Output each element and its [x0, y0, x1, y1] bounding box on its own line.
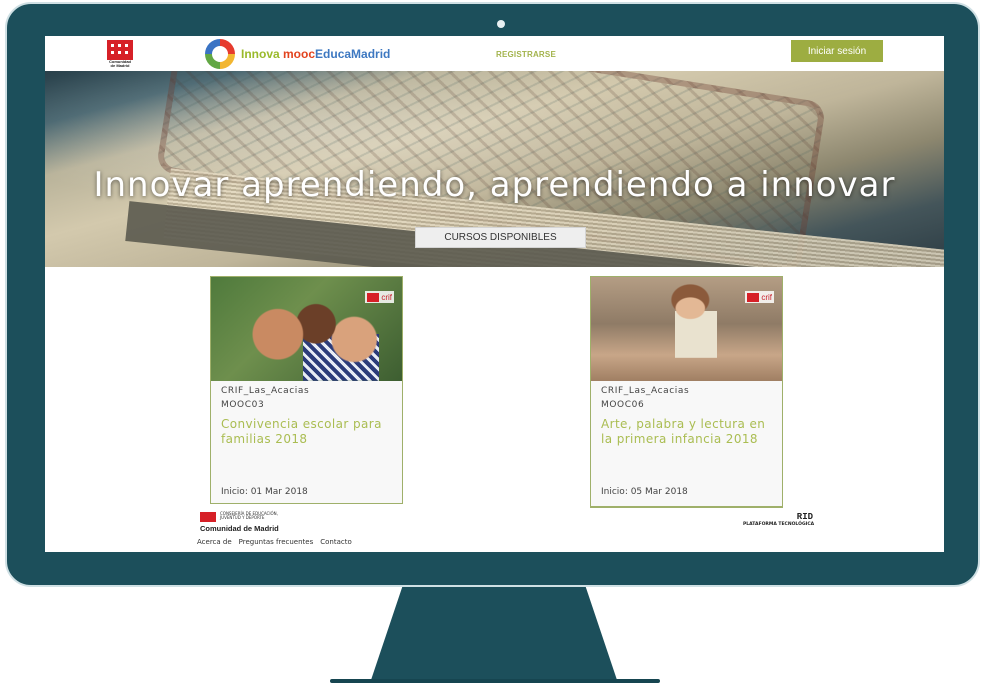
brand-name-innova: Innova	[241, 47, 284, 61]
available-courses-button[interactable]: CURSOS DISPONIBLES	[415, 227, 586, 248]
hero-banner: Innovar aprendiendo, aprendiendo a innov…	[45, 71, 944, 267]
brand-name-mooc: mooc	[283, 47, 316, 61]
course-title[interactable]: Arte, palabra y lectura en la primera in…	[601, 417, 776, 447]
gov-logo-text: Comunidad de Madrid	[109, 59, 131, 68]
camera-dot	[497, 20, 505, 28]
footer-gov-logo[interactable]: CONSEJERÍA DE EDUCACIÓN, JUVENTUD Y DEPO…	[200, 512, 290, 522]
course-code: MOOC06	[601, 400, 645, 410]
brand-logo[interactable]: Innova moocEducaMadrid	[205, 38, 390, 70]
crif-badge-text: crif	[761, 292, 772, 302]
footer-link-faq[interactable]: Preguntas frecuentes	[239, 538, 314, 546]
course-card[interactable]: crif CRIF_Las_Acacias MOOC06 Arte, palab…	[590, 276, 783, 508]
course-image-child-reading[interactable]: crif	[591, 277, 782, 381]
register-link[interactable]: REGISTRARSE	[496, 50, 556, 59]
madrid-flag-icon	[747, 292, 760, 302]
course-title[interactable]: Convivencia escolar para familias 2018	[221, 417, 396, 447]
course-start-date: Inicio: 05 Mar 2018	[601, 487, 688, 497]
rid-logo[interactable]: RID PLATAFORMA TECNOLÓGICA	[743, 512, 815, 527]
footer-link-about[interactable]: Acerca de	[197, 538, 232, 546]
footer-cm-name: Comunidad de Madrid	[200, 524, 279, 533]
comunidad-madrid-logo[interactable]: Comunidad de Madrid	[107, 40, 133, 68]
brand-name: Innova moocEducaMadrid	[241, 47, 390, 61]
course-code: MOOC03	[221, 400, 265, 410]
madrid-flag-icon	[107, 40, 133, 60]
screen: Comunidad de Madrid Innova moocEducaMadr…	[45, 36, 944, 552]
course-organization: CRIF_Las_Acacias	[601, 386, 690, 396]
monitor-stand	[370, 587, 618, 683]
course-start-date: Inicio: 01 Mar 2018	[221, 487, 308, 497]
footer-links: Acerca de Preguntas frecuentes Contacto	[197, 538, 352, 546]
site-footer: CONSEJERÍA DE EDUCACIÓN, JUVENTUD Y DEPO…	[45, 508, 944, 552]
crif-badge-text: crif	[381, 292, 392, 302]
site-header: Comunidad de Madrid Innova moocEducaMadr…	[45, 36, 944, 71]
footer-link-contact[interactable]: Contacto	[320, 538, 352, 546]
course-card[interactable]: crif CRIF_Las_Acacias MOOC03 Convivencia…	[210, 276, 403, 504]
monitor-stand-base	[330, 679, 660, 683]
hero-title: Innovar aprendiendo, aprendiendo a innov…	[93, 165, 896, 205]
course-organization: CRIF_Las_Acacias	[221, 386, 310, 396]
rid-logo-text: RID	[796, 512, 813, 522]
madrid-flag-icon	[367, 292, 380, 302]
course-image-hands[interactable]: crif	[211, 277, 402, 381]
crif-badge: crif	[745, 291, 774, 303]
madrid-flag-icon	[200, 512, 216, 522]
rid-caption: PLATAFORMA TECNOLÓGICA	[743, 522, 815, 527]
innova-logo-icon	[205, 39, 235, 69]
consejeria-text: CONSEJERÍA DE EDUCACIÓN, JUVENTUD Y DEPO…	[220, 511, 278, 520]
brand-name-educamadrid: EducaMadrid	[315, 47, 391, 61]
login-button[interactable]: Iniciar sesión	[791, 40, 883, 62]
crif-badge: crif	[365, 291, 394, 303]
